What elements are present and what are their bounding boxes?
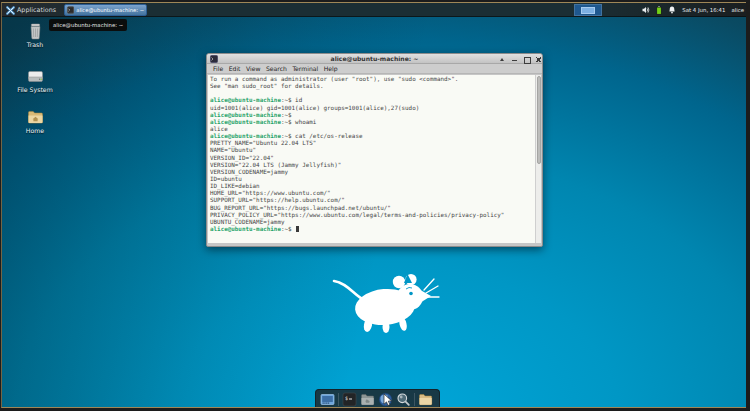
close-button-icon[interactable] — [535, 55, 541, 63]
terminal-line: VERSION_ID="22.04" — [210, 155, 541, 162]
system-tray: Sat 4 Jun, 16:41 alice — [642, 3, 744, 17]
terminal-line: alice@ubuntu-machine:~$ — [210, 226, 541, 233]
svg-text:$: $ — [345, 394, 348, 400]
terminal-title: alice@ubuntu-machine: ~ — [207, 54, 542, 64]
terminal-line: NAME="Ubuntu" — [210, 147, 541, 154]
terminal-line: uid=1001(alice) gid=1001(alice) groups=1… — [210, 105, 541, 112]
top-panel: Applications alice@ubuntu-machine: ~ Sat… — [2, 3, 746, 17]
terminal-line: VERSION="22.04 LTS (Jammy Jellyfish)" — [210, 162, 541, 169]
terminal-menubar: File Edit View Search Terminal Help — [207, 64, 542, 74]
workspace-switcher[interactable] — [574, 4, 602, 16]
dock-terminal-icon[interactable]: $ — [342, 392, 357, 407]
dock: $ — [315, 389, 440, 408]
terminal-line: SUPPORT_URL="https://help.ubuntu.com/" — [210, 197, 541, 204]
applications-menu[interactable]: Applications — [4, 4, 58, 16]
menu-search[interactable]: Search — [266, 65, 287, 72]
terminal-line: alice@ubuntu-machine:~$ cat /etc/os-rele… — [210, 133, 541, 140]
menu-view[interactable]: View — [246, 65, 260, 72]
shade-button-icon[interactable] — [499, 55, 505, 63]
desktop-icon-label: Home — [7, 127, 63, 134]
desktop-icon-label: File System — [7, 86, 63, 93]
terminal-line: alice — [210, 126, 541, 133]
dock-file-manager-icon[interactable] — [360, 392, 375, 407]
maximize-button-icon[interactable] — [523, 55, 529, 63]
terminal-line: HOME_URL="https://www.ubuntu.com/" — [210, 190, 541, 197]
desktop: Applications alice@ubuntu-machine: ~ Sat… — [1, 2, 746, 408]
menu-help[interactable]: Help — [324, 65, 338, 72]
xubuntu-mouse-logo — [330, 270, 442, 340]
terminal-line: VERSION_CODENAME=jammy — [210, 169, 541, 176]
dock-separator — [338, 393, 339, 406]
menu-terminal[interactable]: Terminal — [292, 65, 318, 72]
terminal-line — [210, 90, 541, 97]
terminal-line: PRETTY_NAME="Ubuntu 22.04 LTS" — [210, 140, 541, 147]
minimize-button-icon[interactable] — [511, 55, 517, 63]
screen-frame: Applications alice@ubuntu-machine: ~ Sat… — [0, 0, 750, 411]
menu-file[interactable]: File — [213, 65, 223, 72]
taskbar-window-button[interactable]: alice@ubuntu-machine: ~ — [64, 4, 147, 16]
terminal-line: ID=ubuntu — [210, 176, 541, 183]
terminal-line: alice@ubuntu-machine:~$ id — [210, 97, 541, 104]
hard-drive-icon — [27, 68, 44, 85]
terminal-cursor — [296, 226, 300, 232]
terminal-line: BUG_REPORT_URL="https://bugs.launchpad.n… — [210, 205, 541, 212]
mouse-pointer — [383, 393, 393, 407]
applications-label: Applications — [17, 6, 56, 14]
workspace-window-thumb — [581, 7, 595, 14]
desktop-icon-file-system[interactable]: File System — [7, 68, 63, 93]
desktop-icon-home[interactable]: Home — [7, 109, 63, 134]
session-user-label[interactable]: alice — [731, 7, 744, 13]
terminal-line: PRIVACY_POLICY_URL="https://www.ubuntu.c… — [210, 212, 541, 219]
trash-icon — [27, 23, 44, 40]
terminal-line: UBUNTU_CODENAME=jammy — [210, 219, 541, 226]
terminal-line: See "man sudo_root" for details. — [210, 83, 541, 90]
dock-separator — [414, 393, 415, 406]
taskbar-window-button-label: alice@ubuntu-machine: ~ — [76, 7, 144, 13]
show-desktop-icon[interactable] — [320, 392, 335, 407]
xubuntu-logo-icon — [6, 6, 15, 15]
terminal-window: alice@ubuntu-machine: ~ File Edit View S… — [206, 53, 543, 247]
dock-app-finder-icon[interactable] — [396, 392, 411, 407]
terminal-line: To run a command as administrator (user … — [210, 76, 541, 83]
menu-edit[interactable]: Edit — [229, 65, 241, 72]
terminal-titlebar[interactable]: alice@ubuntu-machine: ~ — [207, 54, 542, 64]
home-folder-icon — [27, 109, 44, 126]
terminal-scrollbar[interactable] — [535, 75, 541, 243]
terminal-line: alice@ubuntu-machine:~$ — [210, 112, 541, 119]
battery-icon[interactable] — [656, 6, 662, 15]
desktop-icon-label: Trash — [7, 41, 63, 48]
terminal-line: ID_LIKE=debian — [210, 183, 541, 190]
window-button-tooltip: alice@ubuntu-machine: ~ — [49, 19, 127, 31]
notification-bell-icon[interactable] — [668, 6, 676, 14]
clock[interactable]: Sat 4 Jun, 16:41 — [682, 7, 725, 13]
dock-directory-icon[interactable] — [418, 392, 433, 407]
terminal-line: alice@ubuntu-machine:~$ whoami — [210, 119, 541, 126]
scrollbar-thumb[interactable] — [537, 76, 541, 164]
terminal-icon — [67, 6, 74, 14]
terminal-output[interactable]: To run a command as administrator (user … — [208, 75, 541, 243]
volume-icon[interactable] — [642, 6, 650, 14]
